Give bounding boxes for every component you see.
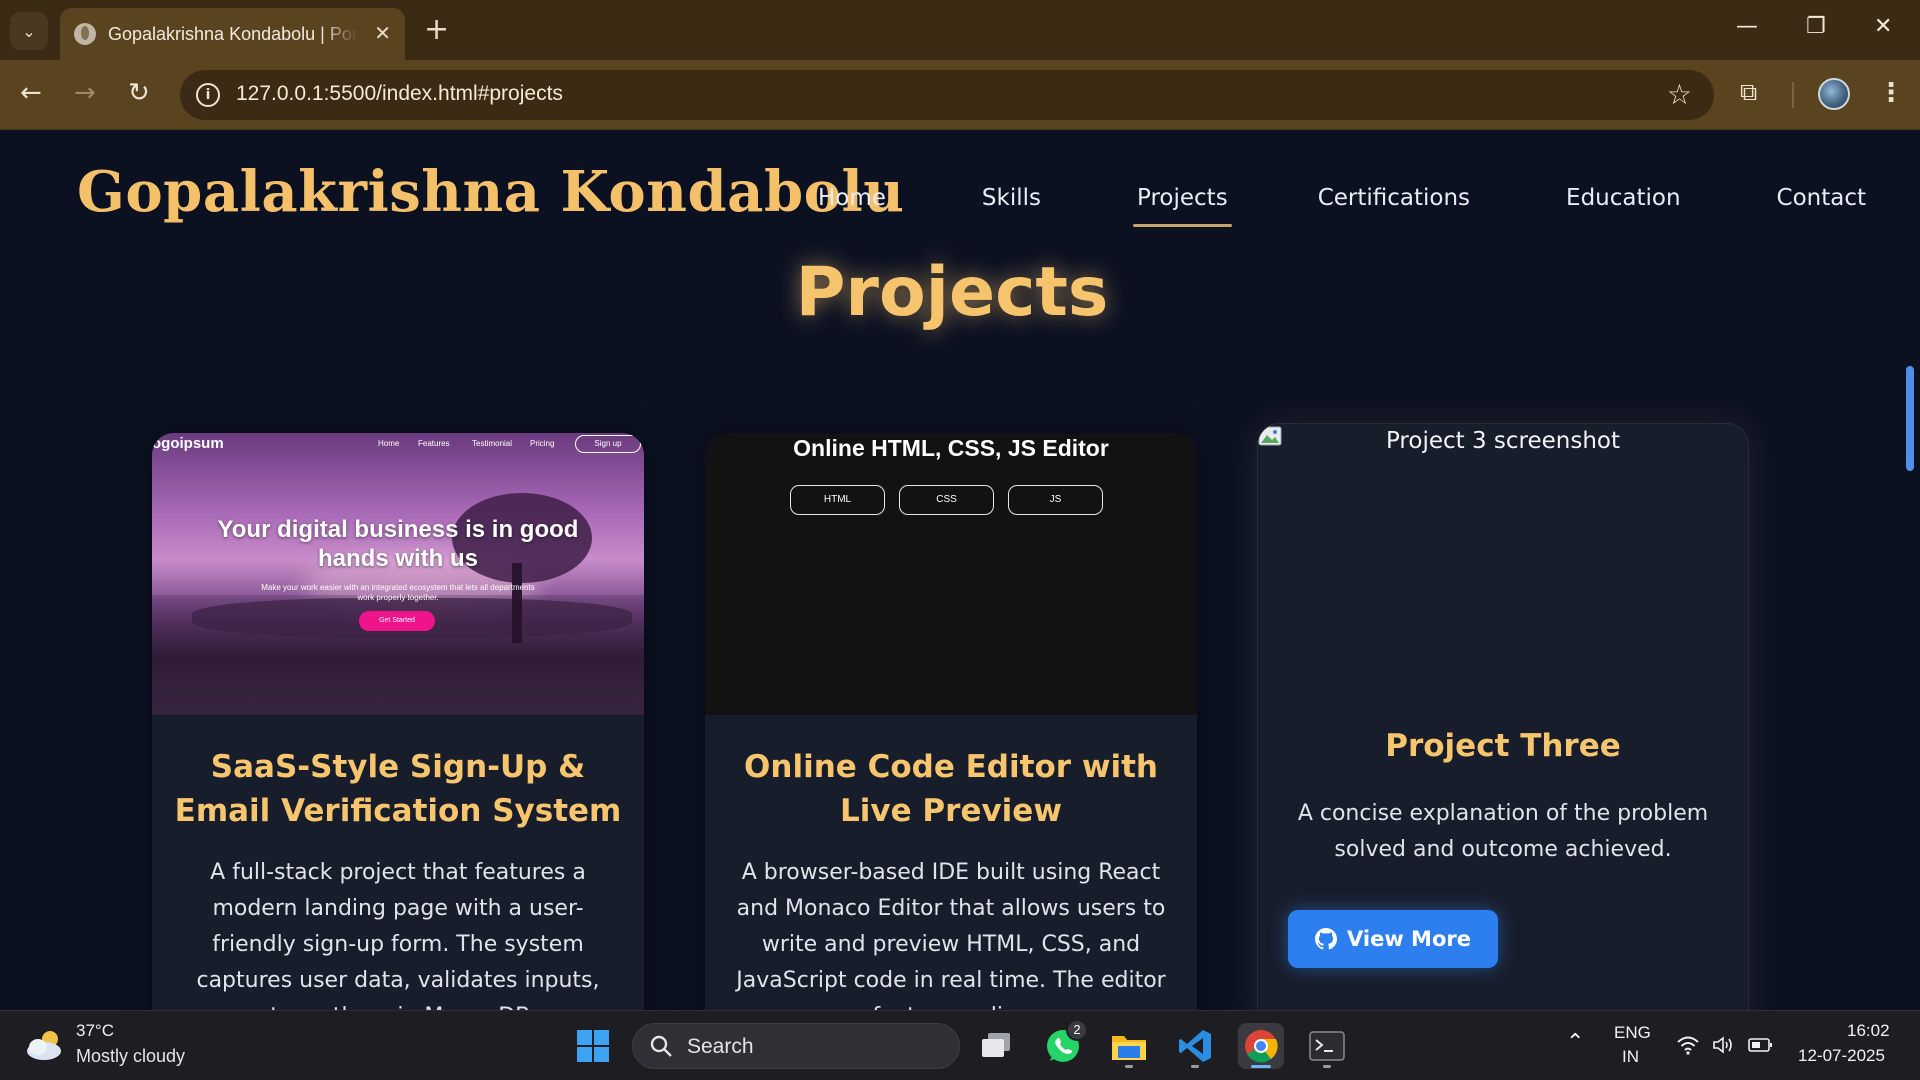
thumb-html-tab: HTML (790, 485, 885, 515)
globe-icon (74, 23, 96, 45)
search-placeholder: Search (687, 1035, 754, 1058)
taskbar: 37°C Mostly cloudy Search 2 ⌃ ENG IN 16:… (0, 1010, 1920, 1080)
thumb-logo: ogoipsum (152, 435, 224, 452)
notification-badge: 2 (1066, 1019, 1088, 1041)
thumb-hero-text: Your digital business is in good hands w… (217, 516, 579, 572)
show-hidden-icons-button[interactable]: ⌃ (1566, 1029, 1584, 1055)
site-brand[interactable]: Gopalakrishna Kondabolu (77, 159, 904, 225)
profile-avatar[interactable] (1818, 78, 1850, 110)
project-3-title: Project Three (1385, 728, 1621, 764)
project-2-title: Online Code Editor with Live Preview (744, 749, 1158, 829)
active-tab[interactable]: Gopalakrishna Kondabolu | Portfolio ✕ (60, 8, 405, 60)
running-indicator (1323, 1065, 1331, 1068)
tab-title: Gopalakrishna Kondabolu | Portfolio (108, 23, 358, 44)
tab-search-button[interactable]: ⌄ (10, 12, 48, 50)
start-button[interactable] (570, 1023, 616, 1069)
active-indicator (1251, 1065, 1271, 1068)
tab-strip: ⌄ Gopalakrishna Kondabolu | Portfolio ✕ … (0, 0, 1920, 60)
new-tab-button[interactable]: + (424, 12, 449, 47)
clock-date[interactable]: 12-07-2025 (1798, 1046, 1885, 1066)
nav-contact[interactable]: Contact (1777, 185, 1866, 211)
file-explorer-app[interactable] (1106, 1023, 1152, 1069)
project-3-description: A concise explanation of the problem sol… (1297, 801, 1709, 862)
running-indicator (1191, 1065, 1199, 1068)
thumb-editor-title: Online HTML, CSS, JS Editor (793, 435, 1109, 461)
toolbar-divider (1792, 82, 1794, 108)
close-tab-icon[interactable]: ✕ (374, 21, 391, 45)
bookmark-star-icon[interactable]: ☆ (1667, 78, 1692, 111)
back-button[interactable]: ← (20, 78, 42, 108)
input-language-primary[interactable]: ENG (1614, 1023, 1651, 1043)
thumb-subtext: Make your work easier with an integrated… (261, 583, 535, 602)
project-card-1: ogoipsum Home Features Testimonial Prici… (152, 433, 644, 1010)
thumb-signup: Sign up (575, 435, 641, 453)
nav-education[interactable]: Education (1566, 185, 1681, 211)
view-more-button[interactable]: View More (1288, 910, 1498, 968)
view-more-label: View More (1347, 927, 1471, 951)
image-alt-text: Project 3 screenshot (1385, 428, 1621, 454)
cloudy-weather-icon[interactable] (24, 1027, 66, 1063)
weather-temperature[interactable]: 37°C (76, 1021, 114, 1041)
chrome-icon (1245, 1030, 1278, 1063)
taskbar-search[interactable]: Search (632, 1023, 960, 1069)
project-card-3: Project 3 screenshot Project Three A con… (1257, 423, 1749, 1010)
whatsapp-app[interactable]: 2 (1040, 1019, 1088, 1069)
extensions-icon[interactable]: ⧉ (1740, 78, 1757, 106)
task-view-icon (982, 1033, 1010, 1057)
battery-icon[interactable] (1748, 1037, 1774, 1053)
browser-menu-icon[interactable]: ⋮ (1878, 78, 1904, 108)
reload-button[interactable]: ↻ (128, 78, 150, 108)
vscode-icon (1179, 1030, 1211, 1062)
nav-home[interactable]: Home (818, 185, 886, 211)
vscode-app[interactable] (1172, 1023, 1218, 1069)
thumb-nav-item: Home (378, 439, 400, 448)
project-1-title: SaaS-Style Sign-Up & Email Verification … (174, 749, 622, 829)
clock-time[interactable]: 16:02 (1847, 1021, 1890, 1041)
browser-toolbar: ← → ↻ i 127.0.0.1:5500/index.html#projec… (0, 60, 1920, 130)
volume-icon[interactable] (1712, 1035, 1736, 1055)
close-window-button[interactable]: ✕ (1874, 14, 1892, 39)
terminal-app[interactable] (1304, 1023, 1350, 1069)
project-1-description: A full-stack project that features a mod… (196, 860, 600, 1010)
thumb-js-tab: JS (1008, 485, 1103, 515)
page-scrollbar[interactable] (1906, 366, 1914, 471)
forward-button[interactable]: → (74, 78, 96, 108)
chevron-down-icon: ⌄ (22, 21, 36, 41)
project-2-description: A browser-based IDE built using React an… (736, 860, 1166, 1010)
folder-icon (1112, 1036, 1146, 1060)
input-language-secondary[interactable]: IN (1622, 1047, 1639, 1067)
project-1-screenshot: ogoipsum Home Features Testimonial Prici… (152, 433, 644, 715)
thumb-css-tab: CSS (899, 485, 994, 515)
search-icon (650, 1035, 672, 1057)
nav-projects[interactable]: Projects (1133, 185, 1232, 227)
thumb-nav-item: Testimonial (472, 439, 513, 448)
url-text[interactable]: 127.0.0.1:5500/index.html#projects (236, 82, 563, 106)
nav-certifications[interactable]: Certifications (1318, 185, 1470, 211)
terminal-icon (1309, 1031, 1345, 1061)
thumb-cta: Get Started (359, 611, 435, 631)
running-indicator (1125, 1065, 1133, 1068)
github-icon (1315, 928, 1338, 950)
thumb-nav-item: Features (418, 439, 450, 448)
wifi-icon[interactable] (1676, 1035, 1700, 1055)
project-3-broken-image: Project 3 screenshot (1258, 424, 1748, 654)
nav-skills[interactable]: Skills (982, 185, 1041, 211)
project-2-screenshot: Online HTML, CSS, JS Editor HTML CSS JS (705, 433, 1197, 715)
windows-logo-icon (577, 1030, 609, 1062)
chrome-app[interactable] (1238, 1023, 1284, 1069)
web-page: Gopalakrishna Kondabolu Home Skills Proj… (0, 131, 1920, 1010)
thumb-nav-item: Pricing (530, 439, 555, 448)
site-nav: Home Skills Projects Certifications Educ… (818, 185, 1866, 227)
site-info-icon[interactable]: i (196, 83, 220, 107)
restore-button[interactable]: ❐ (1806, 14, 1826, 39)
section-title: Projects (795, 253, 1109, 332)
project-card-2: Online HTML, CSS, JS Editor HTML CSS JS … (705, 433, 1197, 1010)
task-view-button[interactable] (974, 1023, 1020, 1069)
minimize-button[interactable]: — (1736, 14, 1758, 39)
address-bar[interactable]: i 127.0.0.1:5500/index.html#projects ☆ (180, 70, 1714, 120)
weather-condition[interactable]: Mostly cloudy (76, 1046, 185, 1067)
